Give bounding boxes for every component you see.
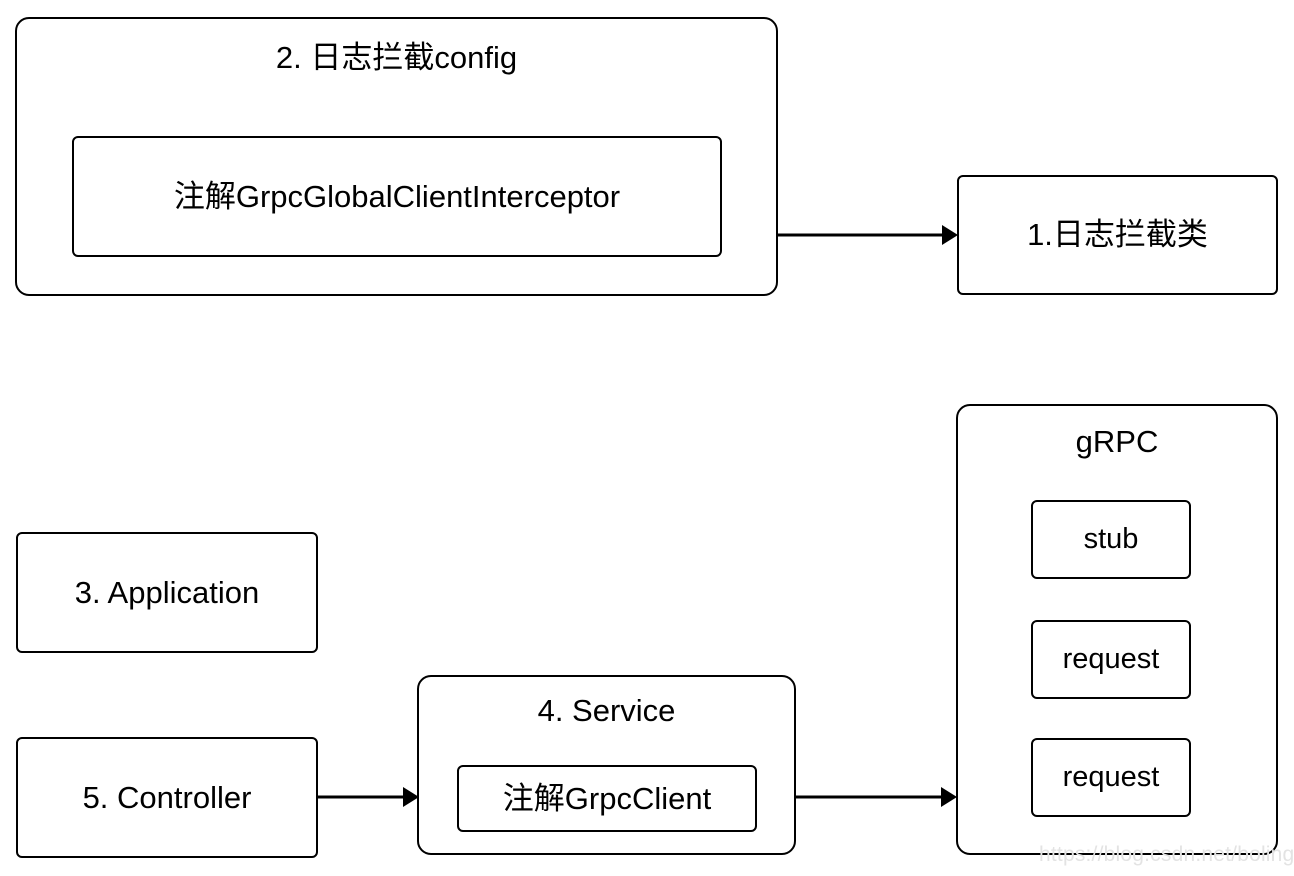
node-application-label: 3. Application bbox=[74, 574, 260, 610]
node-grpc-title: gRPC bbox=[1075, 424, 1159, 459]
edge-controller-to-service bbox=[318, 783, 419, 811]
diagram-canvas: 2. 日志拦截config 注解GrpcGlobalClientIntercep… bbox=[0, 0, 1294, 876]
node-application[interactable]: 3. Application bbox=[16, 532, 318, 653]
node-grpc-global-client-interceptor-label: 注解GrpcGlobalClientInterceptor bbox=[173, 178, 621, 214]
node-controller[interactable]: 5. Controller bbox=[16, 737, 318, 858]
node-grpc-request-2-label: request bbox=[1062, 760, 1160, 793]
edge-service-to-grpc bbox=[796, 783, 957, 811]
node-grpc-global-client-interceptor[interactable]: 注解GrpcGlobalClientInterceptor bbox=[72, 136, 722, 257]
node-grpc-client-annotation[interactable]: 注解GrpcClient bbox=[457, 765, 757, 832]
node-grpc-request-2[interactable]: request bbox=[1031, 738, 1191, 817]
node-log-intercept-config-title: 2. 日志拦截config bbox=[275, 40, 518, 75]
watermark: https://blog.csdn.net/boling_cavalry bbox=[1039, 843, 1294, 866]
node-log-intercept-class-label: 1.日志拦截类 bbox=[1027, 216, 1208, 252]
edge-config-to-intercept-class bbox=[778, 221, 958, 249]
node-log-intercept-class[interactable]: 1.日志拦截类 bbox=[957, 175, 1278, 295]
node-grpc-stub[interactable]: stub bbox=[1031, 500, 1191, 579]
node-service-title: 4. Service bbox=[537, 693, 676, 728]
node-grpc-stub-label: stub bbox=[1083, 522, 1139, 555]
node-controller-label: 5. Controller bbox=[82, 779, 252, 815]
node-grpc-request-1-label: request bbox=[1062, 642, 1160, 675]
node-grpc-request-1[interactable]: request bbox=[1031, 620, 1191, 699]
node-grpc-client-annotation-label: 注解GrpcClient bbox=[502, 780, 712, 816]
